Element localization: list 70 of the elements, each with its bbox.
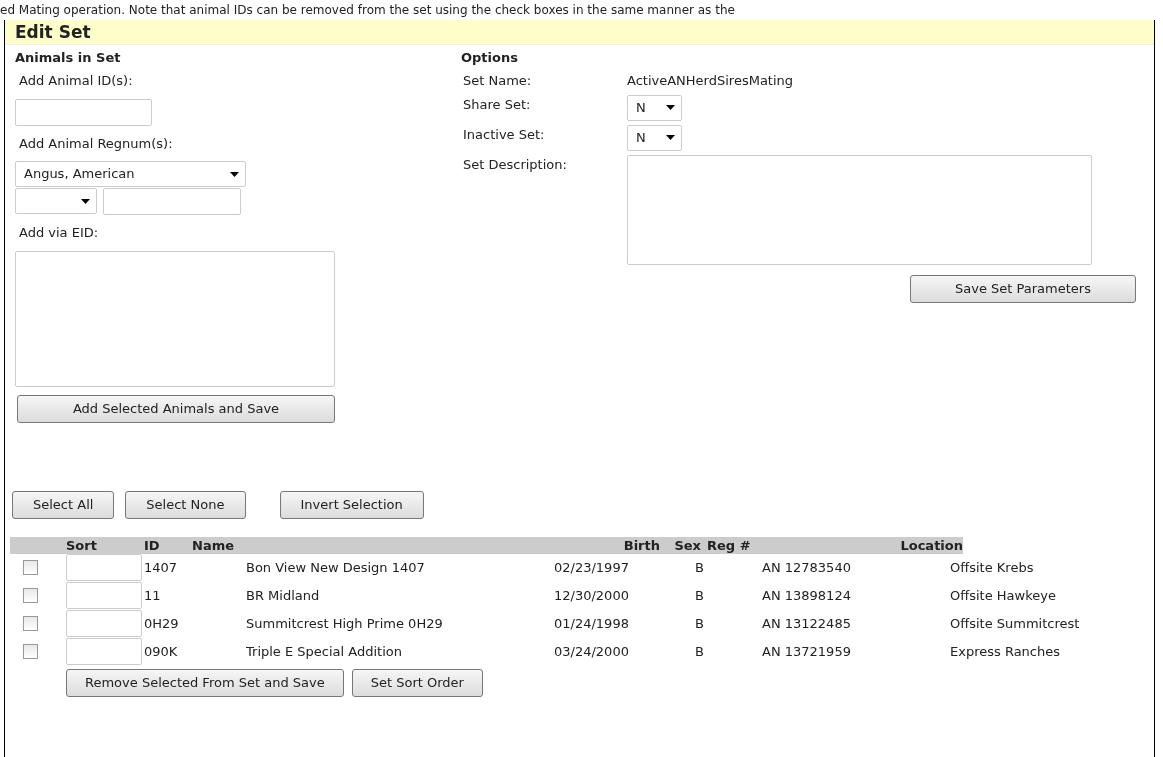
table-cell-text: AN 13898124 (762, 586, 852, 605)
regnum-field[interactable] (103, 188, 241, 215)
intro-text: ed Mating operation. Note that animal IDs can be removed from the set using the check boxes in the same manner as the (0, 3, 735, 17)
table-cell-text: 0H29 (144, 614, 180, 633)
table-cell-text: 11 (144, 586, 162, 605)
table-cell-text: 03/24/2000 (554, 642, 630, 661)
sort-field[interactable] (66, 582, 142, 609)
column-header: Sex (673, 536, 702, 554)
row-checkbox[interactable] (23, 588, 38, 603)
table-cell-text: B (695, 642, 705, 661)
column-header: ID (144, 536, 161, 554)
table-cell-text: B (695, 614, 705, 633)
action-button[interactable]: Remove Selected From Set and Save (66, 668, 344, 697)
column-header: Location (899, 536, 963, 554)
table-cell-text: Offsite Hawkeye (950, 586, 1057, 605)
table-cell-text: 090K (144, 642, 179, 661)
caret-icon (666, 135, 675, 140)
table-cell-text: 02/23/1997 (554, 558, 630, 577)
table-cell-text: Bon View New Design 1407 (246, 558, 426, 577)
sort-field[interactable] (66, 554, 142, 581)
column-header: Sort (66, 536, 98, 554)
field-label: Add Animal ID(s): (19, 72, 134, 90)
row-checkbox[interactable] (23, 644, 38, 659)
selection-button[interactable]: Select None (125, 490, 246, 519)
table-cell-text: AN 12783540 (762, 558, 852, 577)
table-cell-text: Summitcrest High Prime 0H29 (246, 614, 444, 633)
table-cell-text: AN 13721959 (762, 642, 852, 661)
table-cell-text: B (695, 586, 705, 605)
prefix-select[interactable] (15, 188, 97, 214)
breed-select[interactable]: Angus, American (15, 161, 246, 187)
field-label: Inactive Set: (462, 125, 546, 144)
table-cell-text: Offsite Summitcrest (950, 614, 1081, 633)
column-header: Birth (622, 536, 660, 554)
column-header: Reg # (707, 536, 752, 554)
field-label: Add Animal Regnum(s): (19, 134, 174, 153)
section-heading: Animals in Set (15, 48, 122, 67)
option-select[interactable]: N (627, 94, 682, 121)
table-cell-text: 1407 (144, 558, 179, 577)
table-cell-text: AN 13122485 (762, 614, 852, 633)
caret-icon (81, 198, 90, 204)
row-checkbox[interactable] (23, 616, 38, 631)
table-cell-text: 12/30/2000 (554, 586, 630, 605)
column-header: Name (192, 536, 235, 554)
table-cell-text: Express Ranches (950, 642, 1061, 661)
panel-title: Edit Set (5, 19, 1154, 45)
description-textarea[interactable] (627, 154, 1092, 265)
selection-button[interactable]: Invert Selection (279, 490, 424, 519)
save-parameters-button[interactable]: Save Set Parameters (910, 274, 1136, 303)
section-heading: Options (461, 48, 519, 67)
add-animals-button[interactable]: Add Selected Animals and Save (17, 394, 335, 423)
field-label: Set Name: (462, 72, 533, 90)
action-button[interactable]: Set Sort Order (351, 668, 483, 697)
row-checkbox[interactable] (23, 560, 38, 575)
caret-icon (666, 105, 675, 110)
caret-icon (230, 171, 239, 177)
field-value: ActiveANHerdSiresMating (627, 72, 794, 90)
table-cell-text: B (695, 558, 705, 577)
field-label: Set Description: (462, 155, 568, 174)
sort-field[interactable] (66, 610, 142, 637)
selection-button[interactable]: Select All (12, 490, 115, 519)
eid-textarea[interactable] (15, 250, 335, 387)
option-select[interactable]: N (627, 124, 682, 151)
field-label: Share Set: (462, 95, 532, 114)
table-cell-text: Triple E Special Addition (246, 642, 403, 661)
sort-field[interactable] (66, 638, 142, 665)
field-label: Add via EID: (19, 224, 100, 242)
table-cell-text: BR Midland (246, 586, 321, 605)
table-cell-text: 01/24/1998 (554, 614, 630, 633)
animal-id-field[interactable] (15, 98, 152, 126)
table-cell-text: Offsite Krebs (950, 558, 1035, 577)
